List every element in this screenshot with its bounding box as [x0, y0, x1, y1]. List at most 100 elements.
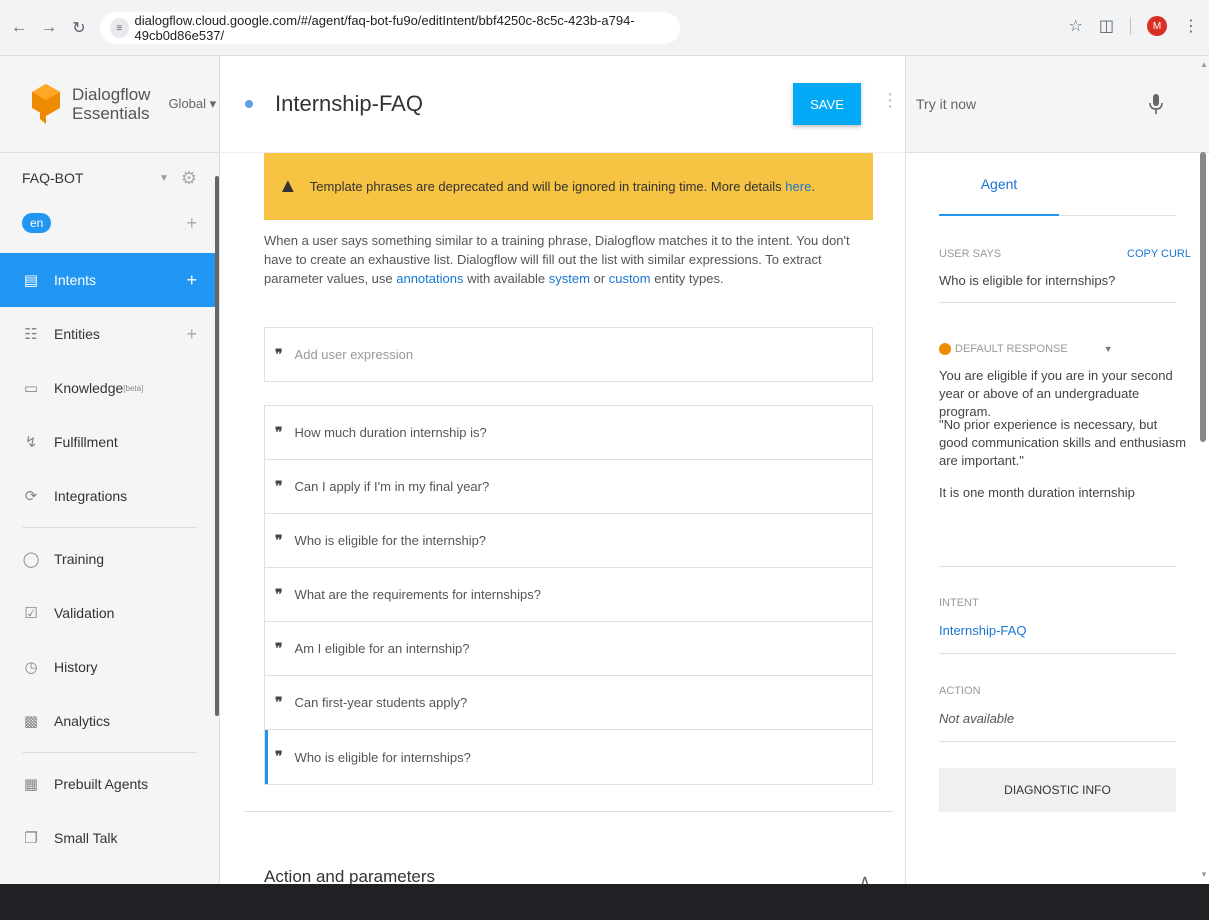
divider	[939, 653, 1176, 654]
sidebar-item-entities[interactable]: ☷ Entities +	[0, 307, 219, 361]
deprecation-warning: ▲ Template phrases are deprecated and wi…	[264, 153, 873, 220]
test-console: Try it now Agent USER SAYS COPY CURL Who…	[905, 56, 1209, 884]
details-link[interactable]: here	[785, 179, 811, 194]
user-says-text: Who is eligible for internships?	[939, 273, 1116, 288]
divider	[22, 527, 197, 528]
dialogflow-logo-icon	[32, 84, 60, 124]
quote-icon: ❞	[275, 424, 283, 441]
profile-avatar[interactable]: M	[1147, 16, 1167, 36]
action-parameters-header[interactable]: Action and parameters	[264, 867, 435, 884]
divider	[245, 811, 893, 812]
agent-selector[interactable]: FAQ-BOT ▼ ⚙	[0, 153, 219, 203]
gear-icon[interactable]: ⚙	[181, 168, 197, 189]
address-bar[interactable]: ≡ dialogflow.cloud.google.com/#/agent/fa…	[100, 12, 680, 44]
add-entity-icon[interactable]: +	[186, 324, 197, 345]
clock-icon: ◷	[24, 659, 38, 676]
quote-icon: ❞	[275, 478, 283, 495]
training-phrase[interactable]: ❞ Can I apply if I'm in my final year?	[265, 460, 872, 514]
divider	[22, 752, 197, 753]
chevron-down-icon[interactable]: ▼	[159, 173, 169, 184]
beta-badge: [beta]	[123, 383, 144, 393]
intent-editor: ▲ Template phrases are deprecated and wi…	[221, 153, 905, 884]
action-value: Not available	[939, 711, 1015, 726]
site-info-icon[interactable]: ≡	[110, 18, 129, 38]
sidebar-item-history[interactable]: ◷ History	[0, 640, 219, 694]
add-intent-icon[interactable]: +	[186, 270, 197, 291]
response-text: It is one month duration internship	[939, 485, 1135, 500]
language-row: en +	[0, 203, 219, 243]
quote-icon: ❞	[275, 532, 283, 549]
training-phrase[interactable]: ❞ What are the requirements for internshi…	[265, 568, 872, 622]
microphone-icon[interactable]	[1146, 92, 1166, 116]
default-response-label[interactable]: DEFAULT RESPONSE ▼	[939, 343, 1113, 356]
sidebar-item-analytics[interactable]: ▩ Analytics	[0, 694, 219, 748]
action-label: ACTION	[939, 685, 981, 697]
annotations-link[interactable]: annotations	[396, 271, 463, 286]
region-select[interactable]: Global ▾	[168, 96, 216, 112]
quote-icon: ❞	[275, 586, 283, 603]
divider	[939, 741, 1176, 742]
status-dot	[245, 100, 253, 108]
sidebar-item-prebuilt-agents[interactable]: ▦ Prebuilt Agents	[0, 757, 219, 811]
add-user-expression-input[interactable]: ❞ Add user expression	[264, 327, 873, 382]
sidebar-item-small-talk[interactable]: ❐ Small Talk	[0, 811, 219, 865]
sidebar-item-knowledge[interactable]: ▭ Knowledge [beta]	[0, 361, 219, 415]
intent-link[interactable]: Internship-FAQ	[939, 622, 1026, 640]
more-options-icon[interactable]: ⋮	[881, 90, 899, 111]
sidebar-item-intents[interactable]: ▤ Intents +	[0, 253, 219, 307]
chevron-up-icon[interactable]: ∧	[859, 871, 871, 884]
system-link[interactable]: system	[549, 271, 590, 286]
extensions-icon[interactable]: ◫	[1099, 16, 1114, 36]
sidebar-item-training[interactable]: ◯ Training	[0, 532, 219, 586]
bookmark-icon: ▦	[23, 776, 39, 793]
diagnostic-info-button[interactable]: DIAGNOSTIC INFO	[939, 768, 1176, 812]
divider	[939, 566, 1176, 567]
app-name: Dialogflow Essentials	[72, 85, 151, 123]
sidebar-item-integrations[interactable]: ⟳ Integrations	[0, 469, 219, 523]
sidebar: Dialogflow Essentials Global ▾ FAQ-BOT ▼…	[0, 56, 220, 884]
tab-agent[interactable]: Agent	[939, 176, 1059, 216]
intent-label: INTENT	[939, 597, 979, 609]
active-tab-indicator	[939, 214, 1059, 216]
custom-link[interactable]: custom	[609, 271, 651, 286]
training-phrase[interactable]: ❞ Am I eligible for an internship?	[265, 622, 872, 676]
user-says-label: USER SAYS	[939, 248, 1002, 260]
sidebar-item-validation[interactable]: ☑ Validation	[0, 586, 219, 640]
response-text: "No prior experience is necessary, but g…	[939, 417, 1187, 468]
sidebar-item-fulfillment[interactable]: ↯ Fulfillment	[0, 415, 219, 469]
agent-name: FAQ-BOT	[22, 170, 84, 186]
save-button[interactable]: SAVE	[793, 83, 861, 125]
quote-icon: ❞	[275, 694, 283, 711]
copy-curl-button[interactable]: COPY CURL	[1127, 248, 1191, 260]
training-phrase-list: ❞ How much duration internship is? ❞ Can I…	[264, 405, 873, 785]
bolt-icon: ↯	[24, 434, 38, 451]
book-icon: ▭	[23, 380, 39, 397]
add-language-icon[interactable]: +	[186, 213, 197, 234]
language-badge[interactable]: en	[22, 213, 52, 233]
quote-icon: ❞	[275, 749, 283, 765]
scroll-up-arrow[interactable]: ▲	[1200, 60, 1208, 69]
sync-icon: ⟳	[24, 488, 38, 505]
divider	[939, 302, 1176, 303]
back-icon[interactable]: ←	[8, 17, 30, 39]
quote-icon: ❞	[275, 640, 283, 657]
scroll-down-arrow[interactable]: ▼	[1200, 870, 1208, 879]
chart-icon: ▩	[23, 713, 39, 730]
response-icon	[939, 343, 951, 356]
warning-icon: ▲	[278, 175, 298, 197]
chat-icon: ▤	[23, 272, 39, 289]
reload-icon[interactable]: ↻	[68, 17, 90, 39]
response-text: You are eligible if you are in your seco…	[939, 368, 1173, 419]
training-phrase[interactable]: ❞ Can first-year students apply?	[265, 676, 872, 730]
url-text: dialogflow.cloud.google.com/#/agent/faq-…	[134, 13, 635, 43]
sidebar-scrollbar[interactable]	[215, 176, 219, 716]
graduation-cap-icon: ◯	[22, 551, 40, 568]
forward-icon[interactable]: →	[38, 17, 60, 39]
training-phrase[interactable]: ❞ Who is eligible for the internship?	[265, 514, 872, 568]
star-icon[interactable]: ☆	[1069, 16, 1083, 36]
browser-menu-icon[interactable]: ⋮	[1183, 16, 1199, 36]
page-scrollbar[interactable]	[1200, 152, 1206, 442]
training-phrase-selected[interactable]: ❞ Who is eligible for internships?	[265, 730, 872, 784]
browser-toolbar: ← → ↻ ≡ dialogflow.cloud.google.com/#/ag…	[0, 0, 1209, 56]
training-phrase[interactable]: ❞ How much duration internship is?	[265, 406, 872, 460]
